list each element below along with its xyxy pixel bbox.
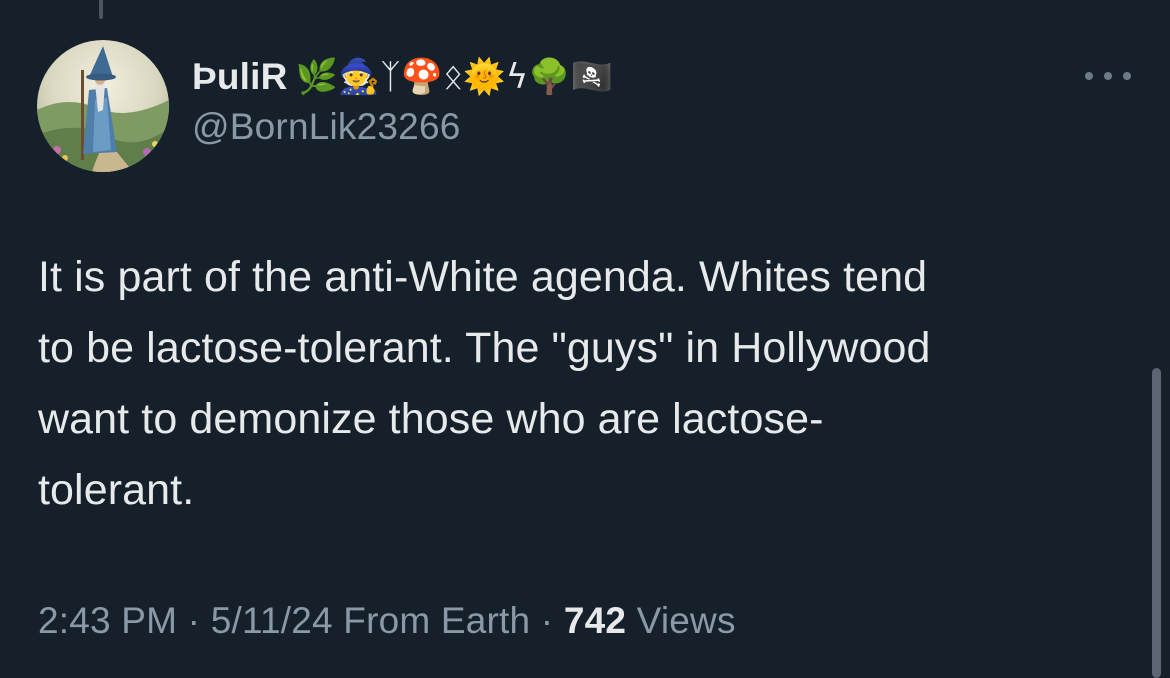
wizard-avatar-image — [37, 40, 169, 172]
tweet-metadata: 2:43 PM · 5/11/24 From Earth · 742 Views — [38, 600, 736, 650]
tweet-date[interactable]: 5/11/24 — [211, 600, 333, 641]
author-handle[interactable]: @BornLik23266 — [192, 106, 1110, 148]
meta-separator: · — [530, 600, 564, 641]
tweet-text: It is part of the anti-White agenda. Whi… — [38, 253, 931, 514]
views-label[interactable]: Views — [626, 600, 736, 641]
author-display-name[interactable]: ÞuliR — [192, 56, 288, 98]
tweet-header: ÞuliR 🌿🧙ᛉ🍄ᛟ🌞ϟ🌳🏴‍☠️ @BornLik23266 — [192, 50, 1110, 148]
thread-connector-line — [99, 0, 103, 19]
tweet-location: From Earth — [332, 600, 531, 641]
meta-separator: · — [177, 600, 211, 641]
more-horizontal-icon — [1085, 72, 1093, 80]
more-options-button[interactable] — [1085, 66, 1131, 86]
tweet-detail: ÞuliR 🌿🧙ᛉ🍄ᛟ🌞ϟ🌳🏴‍☠️ @BornLik23266 It is p… — [0, 0, 1170, 678]
more-horizontal-icon — [1104, 72, 1112, 80]
author-emoji-badges: 🌿🧙ᛉ🍄ᛟ🌞ϟ🌳🏴‍☠️ — [295, 57, 613, 97]
scrollbar[interactable] — [1152, 368, 1161, 678]
avatar[interactable] — [37, 40, 169, 172]
author-name-row: ÞuliR 🌿🧙ᛉ🍄ᛟ🌞ϟ🌳🏴‍☠️ — [192, 50, 1110, 104]
more-horizontal-icon — [1123, 72, 1131, 80]
views-count[interactable]: 742 — [564, 600, 626, 641]
tweet-time[interactable]: 2:43 PM — [38, 600, 177, 641]
